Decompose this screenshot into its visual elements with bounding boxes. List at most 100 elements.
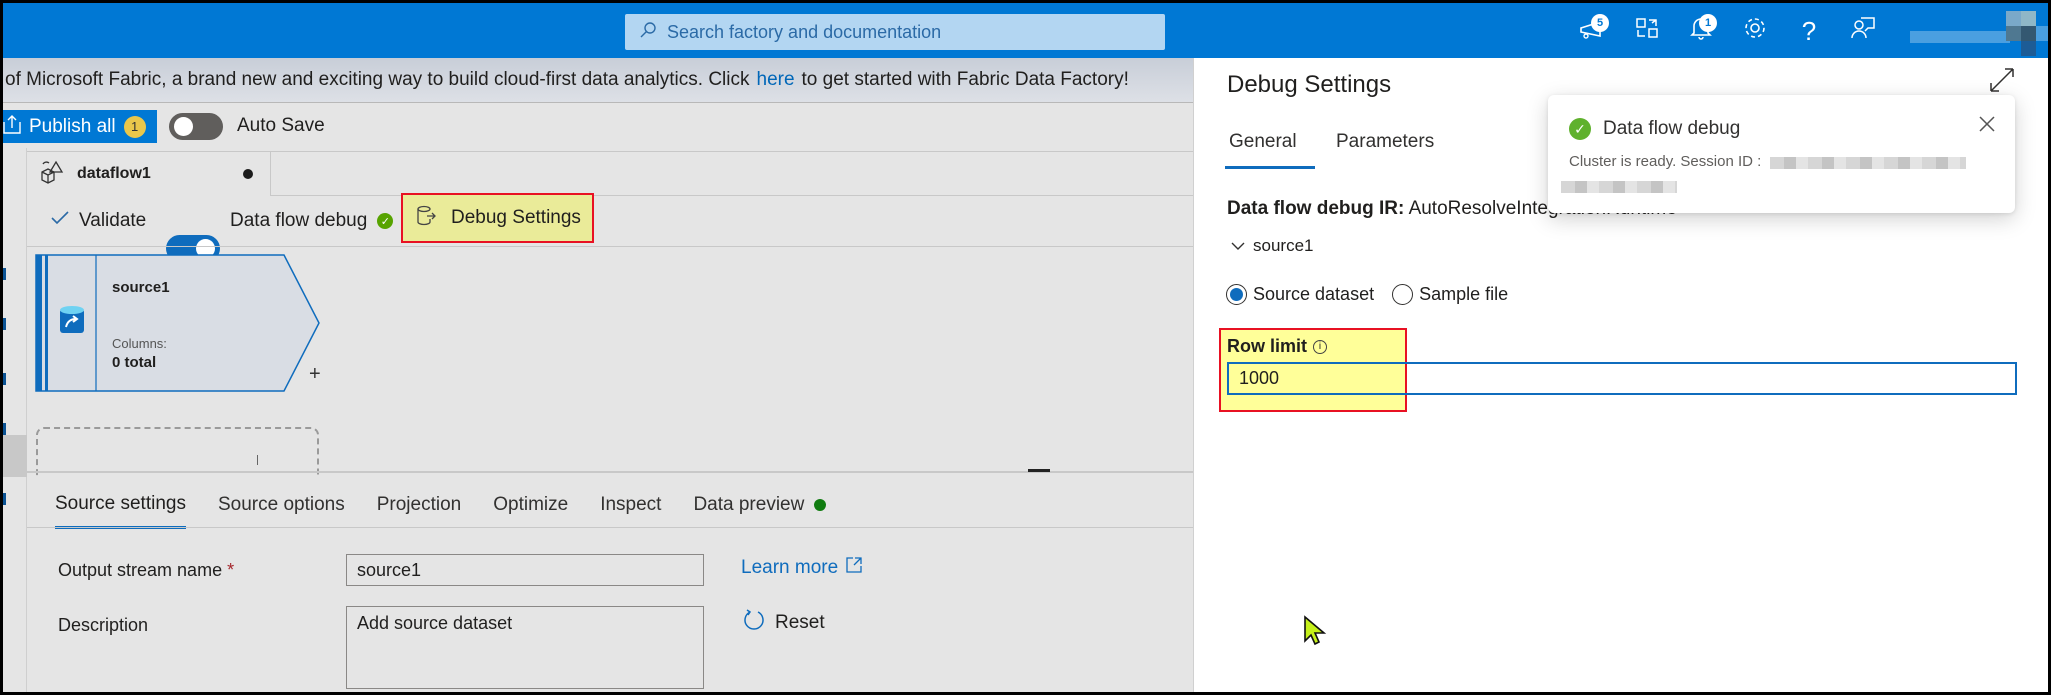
user-account-button[interactable] [1910, 11, 2048, 56]
active-tab-underline [1225, 166, 1315, 169]
info-icon[interactable]: i [1313, 339, 1327, 354]
output-stream-name-input[interactable] [346, 554, 704, 586]
source-config-tabs: Source settings Source options Projectio… [55, 481, 858, 529]
tab-source-settings[interactable]: Source settings [55, 481, 186, 529]
announcements-button[interactable]: 5 [1573, 12, 1613, 50]
auto-save-toggle[interactable] [169, 113, 223, 140]
sidebar-item-selected[interactable] [3, 435, 27, 477]
search-placeholder: Search factory and documentation [667, 21, 942, 42]
help-button[interactable]: ? [1789, 12, 1829, 50]
close-icon [1979, 111, 1995, 138]
debug-settings-label: Debug Settings [451, 207, 581, 228]
node-columns-label: Columns: [112, 336, 167, 351]
toast-message-text: Cluster is ready. Session ID : [1569, 153, 1762, 170]
dataflow-icon [39, 160, 65, 189]
required-mark: * [227, 560, 235, 580]
debug-settings-icon [415, 204, 437, 232]
avatar-pixel [2021, 41, 2036, 56]
search-box[interactable]: Search factory and documentation [625, 14, 1165, 50]
settings-button[interactable] [1735, 12, 1775, 50]
tab-general[interactable]: General [1229, 131, 1297, 153]
section-label: source1 [1253, 236, 1314, 255]
ir-label: Data flow debug IR: [1227, 198, 1405, 219]
banner-text-end: to get started with Fabric Data Factory! [801, 69, 1129, 90]
switch-directory-button[interactable] [1627, 12, 1667, 50]
validate-button[interactable]: Validate [51, 201, 146, 241]
toolbar-divider [27, 246, 1193, 247]
banner-text-start: of Microsoft Fabric, a brand new and exc… [5, 69, 750, 90]
tab-source-options[interactable]: Source options [218, 481, 345, 529]
success-check-icon: ✓ [1569, 118, 1591, 140]
description-textarea[interactable]: Add source dataset [346, 606, 704, 689]
tab-dataflow1[interactable]: dataflow1 [27, 152, 271, 196]
search-icon [639, 21, 657, 44]
reset-button[interactable]: Reset [743, 608, 825, 638]
auto-save-label: Auto Save [237, 115, 325, 136]
reset-icon [743, 608, 765, 638]
feedback-button[interactable] [1843, 12, 1883, 50]
announcements-badge: 5 [1591, 14, 1609, 32]
tab-projection[interactable]: Projection [377, 481, 462, 529]
tab-optimize[interactable]: Optimize [493, 481, 568, 529]
app-window: Search factory and documentation 5 1 ? o… [3, 3, 2048, 692]
notifications-button[interactable]: 1 [1681, 12, 1721, 50]
radio-label: Sample file [1419, 284, 1509, 304]
publish-all-label: Publish all [29, 115, 116, 137]
help-icon: ? [1801, 15, 1817, 46]
node-columns-count: 0 total [112, 354, 157, 371]
validate-label: Validate [79, 210, 147, 231]
data-flow-debug-label: Data flow debug [230, 210, 368, 231]
radio-sample-file[interactable]: Sample file [1392, 284, 1508, 305]
unsaved-dot-icon [243, 169, 253, 179]
radio-unselected-icon [1392, 284, 1414, 305]
reset-label: Reset [775, 612, 825, 633]
output-stream-label: Output stream name * [58, 560, 234, 581]
radio-source-dataset[interactable]: Source dataset [1226, 284, 1374, 305]
label-text: Output stream name [58, 560, 223, 580]
session-id-redacted [1770, 157, 1966, 169]
debug-ready-check-icon: ✓ [377, 213, 394, 229]
text-cursor [257, 455, 258, 465]
tab-inspect[interactable]: Inspect [600, 481, 661, 529]
panel-splitter[interactable] [27, 471, 1193, 473]
description-label: Description [58, 615, 149, 635]
add-transformation-button[interactable]: + [309, 363, 321, 386]
publish-icon [3, 114, 21, 140]
tab-label: Source settings [55, 492, 186, 514]
chevron-down-icon [1231, 236, 1245, 256]
tab-parameters[interactable]: Parameters [1336, 131, 1434, 153]
source1-section-toggle[interactable]: source1 [1231, 236, 1313, 256]
debug-settings-button[interactable]: Debug Settings [401, 193, 594, 243]
radio-selected-icon [1226, 284, 1247, 305]
tabs-divider [27, 527, 1193, 528]
tab-title: dataflow1 [77, 165, 151, 182]
toast-title-text: Data flow debug [1603, 118, 1741, 139]
toggle-knob [174, 117, 193, 136]
splitter-grip[interactable] [1028, 469, 1050, 472]
data-flow-debug: Data flow debug ✓ [230, 201, 394, 241]
tab-label: Source options [217, 494, 345, 515]
session-id-redacted-2 [1561, 181, 1677, 193]
source-type-radio-group: Source dataset Sample file [1226, 284, 1508, 305]
source1-node[interactable] [34, 253, 322, 393]
avatar-pixel [2021, 26, 2036, 41]
toast-close-button[interactable] [1979, 111, 1995, 139]
mouse-cursor-icon [1303, 615, 1327, 652]
learn-more-link[interactable]: Learn more [741, 557, 862, 579]
tab-data-preview[interactable]: Data preview [693, 481, 827, 529]
notifications-badge: 1 [1699, 14, 1717, 32]
learn-more-label: Learn more [741, 557, 839, 578]
banner-here-link[interactable]: here [757, 69, 795, 91]
sidebar-indicator [3, 268, 6, 280]
sidebar-indicator [3, 373, 6, 385]
avatar-pixel [2006, 26, 2021, 41]
avatar-pixel [2021, 11, 2036, 26]
publish-count-badge: 1 [123, 115, 146, 138]
publish-all-button[interactable]: Publish all 1 [3, 110, 157, 143]
checkmark-icon [51, 210, 69, 232]
status-dot-icon [814, 499, 827, 511]
tab-label: Inspect [600, 494, 662, 515]
feedback-icon [1850, 15, 1876, 48]
add-source-placeholder[interactable] [36, 427, 319, 477]
row-limit-input[interactable] [1227, 362, 2017, 395]
